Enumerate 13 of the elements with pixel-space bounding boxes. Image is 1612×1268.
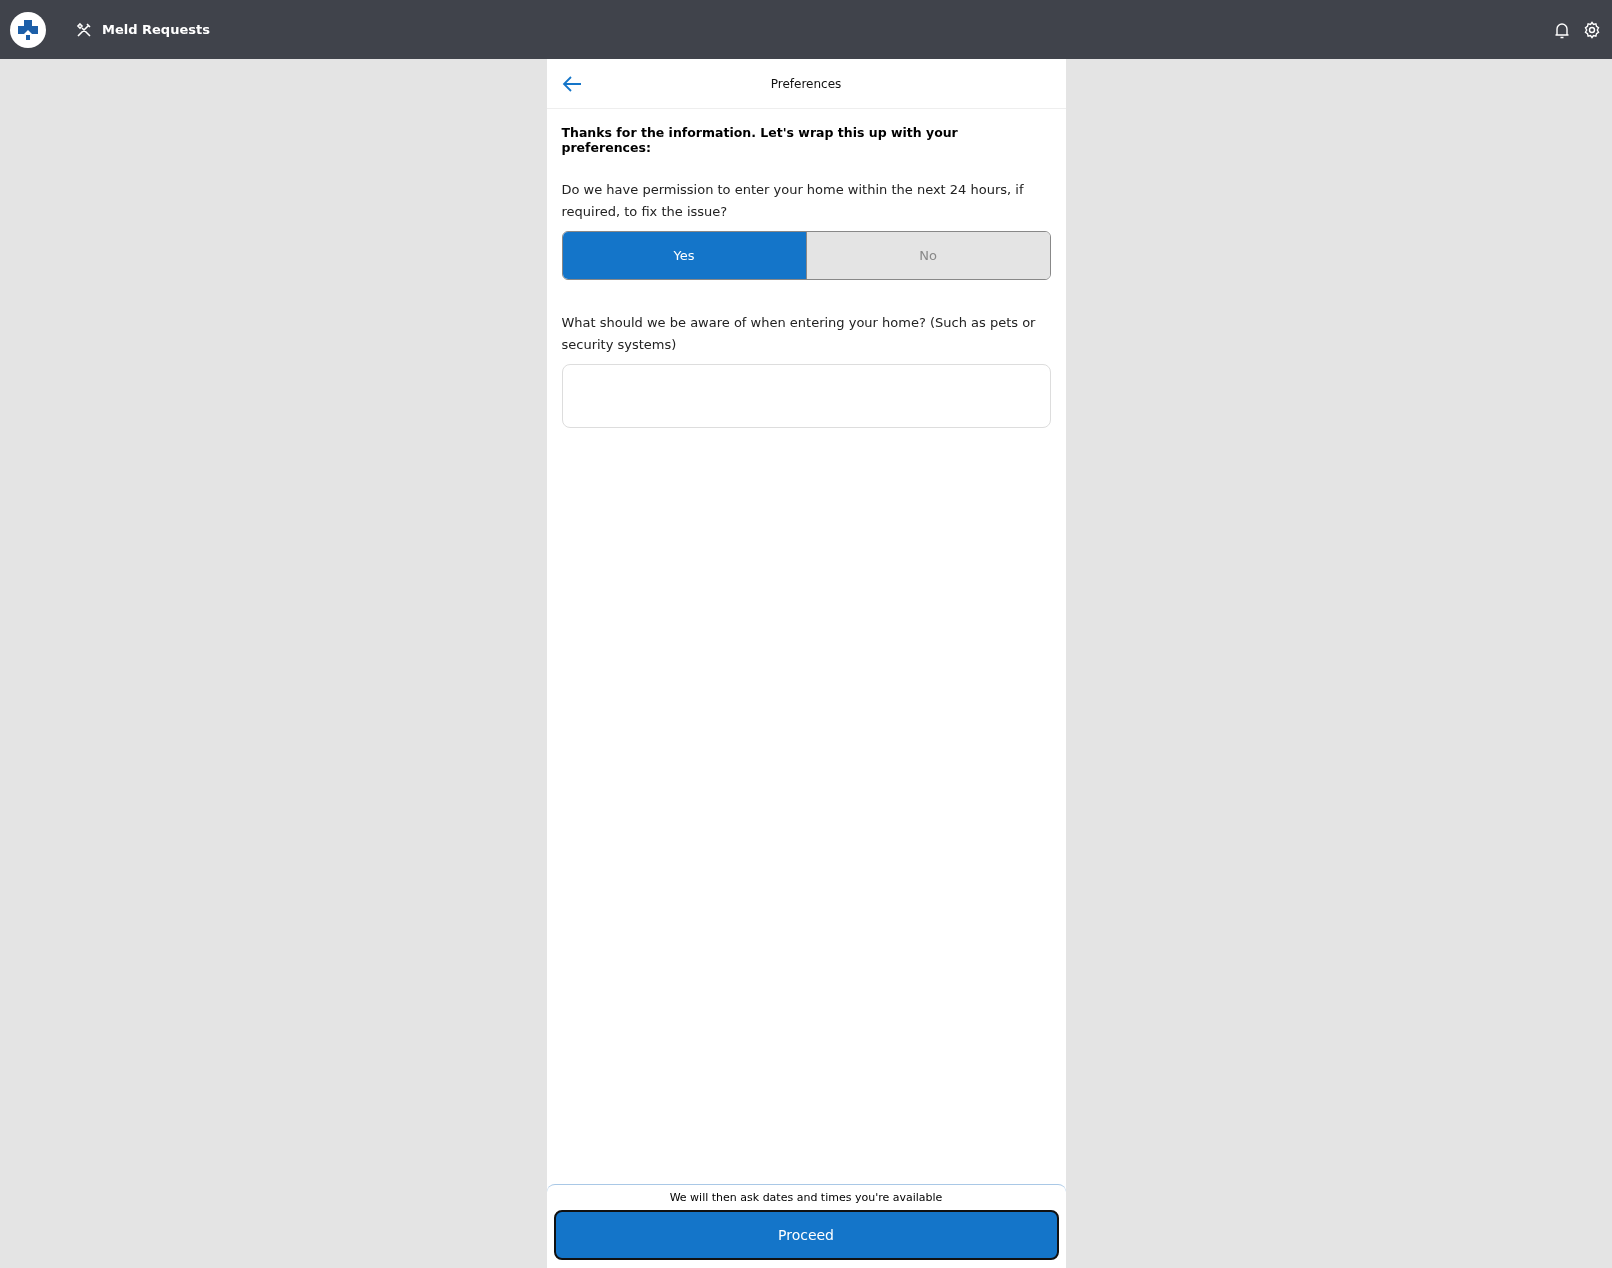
tools-icon xyxy=(76,21,92,38)
notes-field[interactable] xyxy=(561,364,1051,428)
app-title: Meld Requests xyxy=(102,22,210,37)
permission-option[interactable]: No xyxy=(805,232,1050,279)
proceed-button[interactable]: Proceed xyxy=(553,1210,1059,1260)
page-title: Preferences xyxy=(770,76,842,91)
hint-text: We will then ask dates and times you're available xyxy=(669,1191,943,1204)
settings-icon[interactable] xyxy=(1582,19,1602,40)
permission-question: Do we have permission to enter your home within the next 24 hours, if required, to fix the issue? xyxy=(561,181,1025,221)
permission-option[interactable]: Yes xyxy=(562,232,806,279)
notes-question: What should we be aware of when entering your home? (Such as pets or security systems) xyxy=(561,314,1037,354)
intro-text: Thanks for the information. Let's wrap this up with your preferences: xyxy=(561,125,959,155)
logo-icon[interactable] xyxy=(10,11,46,48)
